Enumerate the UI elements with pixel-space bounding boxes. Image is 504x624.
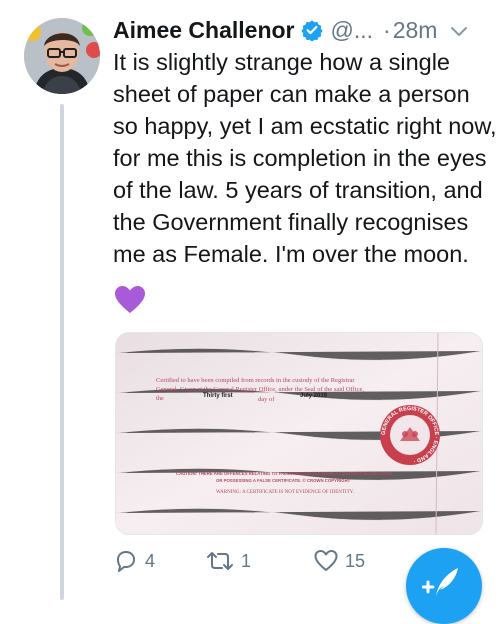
- verified-badge-icon: [300, 19, 323, 42]
- cert-line-3-dayof: day of: [258, 396, 275, 403]
- compose-tweet-button[interactable]: [406, 548, 482, 624]
- chevron-down-icon[interactable]: [449, 20, 469, 40]
- cert-caution-2: OR POSSESSING A FALSE CERTIFICATE. © CRO…: [216, 478, 351, 483]
- tweet-timestamp[interactable]: 28m: [393, 17, 438, 44]
- tweet-header: Aimee Challenor @... · 28m: [113, 12, 494, 48]
- avatar-photo: [24, 18, 100, 94]
- heart-icon: [314, 550, 338, 571]
- cert-caution-1: CAUTION: THERE ARE OFFENCES RELATING TO …: [176, 471, 393, 476]
- reply-button[interactable]: 4: [113, 548, 155, 574]
- register-office-seal: GENERAL REGISTER OFFICE · ENGLAND ·: [378, 403, 442, 467]
- purple-heart-icon: [114, 284, 146, 316]
- cert-line-1: Certified to have been compiled from rec…: [156, 377, 355, 384]
- retweet-icon: [207, 552, 233, 570]
- tweet-actions: 4 1 15: [113, 548, 413, 578]
- cert-filled-date: July 2019: [300, 393, 328, 399]
- cert-warning: WARNING: A CERTIFICATE IS NOT EVIDENCE O…: [216, 490, 354, 495]
- tweet-image[interactable]: Certified to have been compiled from rec…: [115, 332, 483, 535]
- like-button[interactable]: 15: [313, 548, 365, 574]
- like-count: 15: [345, 550, 366, 571]
- compose-feather-icon: [422, 568, 458, 596]
- separator-dot: ·: [383, 16, 391, 43]
- thread-line: [60, 104, 64, 600]
- retweet-button[interactable]: 1: [205, 548, 251, 574]
- tweet-text: It is slightly strange how a single shee…: [113, 49, 504, 267]
- cert-filled-day: Thirty first: [203, 393, 233, 399]
- cert-line-3-the: the: [156, 395, 164, 402]
- retweet-count: 1: [241, 550, 252, 571]
- cert-line-2: General. Given at the General Register O…: [156, 386, 365, 393]
- reply-icon: [117, 551, 135, 572]
- author-name[interactable]: Aimee Challenor: [113, 17, 295, 44]
- reply-count: 4: [145, 550, 156, 571]
- author-handle[interactable]: @...: [331, 17, 374, 44]
- avatar[interactable]: [24, 18, 100, 94]
